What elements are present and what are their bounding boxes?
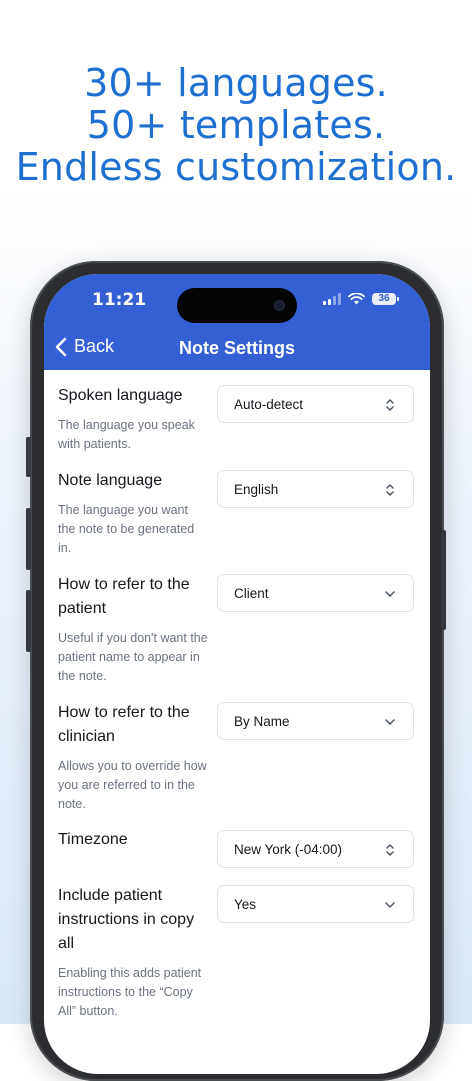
headline: 30+ languages. 50+ templates. Endless cu… (0, 62, 472, 188)
headline-line-1: 30+ languages. (84, 61, 388, 105)
select-value: New York (-04:00) (234, 842, 343, 857)
status-icons: 36 (323, 293, 399, 305)
setting-description: The language you speak with patients. (58, 418, 195, 451)
select-value: By Name (234, 714, 290, 729)
cellular-signal-icon (323, 293, 341, 305)
timezone-select[interactable]: New York (-04:00) (217, 830, 414, 868)
select-value: Client (234, 586, 269, 601)
setting-label: Spoken language (58, 387, 183, 404)
battery-icon: 36 (372, 293, 399, 305)
nav-bar: Back Note Settings (44, 334, 430, 366)
select-value: Yes (234, 897, 257, 912)
patient-instructions-select[interactable]: Yes (217, 885, 414, 923)
dynamic-island (177, 288, 297, 323)
patient-reference-select[interactable]: Client (217, 574, 414, 612)
select-value: English (234, 482, 279, 497)
chevron-down-icon (385, 902, 395, 908)
note-language-select[interactable]: English (217, 470, 414, 508)
volume-down-button (26, 590, 31, 652)
setting-label: How to refer to the clinician (58, 704, 190, 745)
setting-label: Timezone (58, 831, 128, 848)
setting-label: Note language (58, 472, 163, 489)
front-camera-icon (274, 300, 285, 311)
setting-label: Include patient instructions in copy all (58, 887, 195, 952)
chevron-updown-icon (386, 844, 394, 856)
setting-description: Useful if you don't want the patient nam… (58, 631, 208, 683)
wifi-icon (348, 293, 365, 305)
setting-description: Allows you to override how you are refer… (58, 759, 207, 811)
phone-screen: 11:21 36 Back Note Settings Spoken langu… (44, 274, 430, 1074)
page-title: Note Settings (178, 338, 295, 358)
headline-line-2: 50+ templates. (86, 103, 386, 147)
setting-description: Enabling this adds patient instructions … (58, 966, 202, 1018)
chevron-updown-icon (386, 399, 394, 411)
action-button (26, 437, 31, 477)
headline-line-3: Endless customization. (15, 145, 457, 189)
power-button (441, 530, 446, 630)
chevron-down-icon (385, 719, 395, 725)
spoken-language-select[interactable]: Auto-detect (217, 385, 414, 423)
status-time: 11:21 (92, 290, 147, 310)
setting-description: The language you want the note to be gen… (58, 503, 195, 555)
clinician-reference-select[interactable]: By Name (217, 702, 414, 740)
volume-up-button (26, 508, 31, 570)
chevron-updown-icon (386, 484, 394, 496)
chevron-down-icon (385, 591, 395, 597)
setting-label: How to refer to the patient (58, 576, 190, 617)
app-header: 11:21 36 Back Note Settings (44, 274, 430, 370)
select-value: Auto-detect (234, 397, 304, 412)
